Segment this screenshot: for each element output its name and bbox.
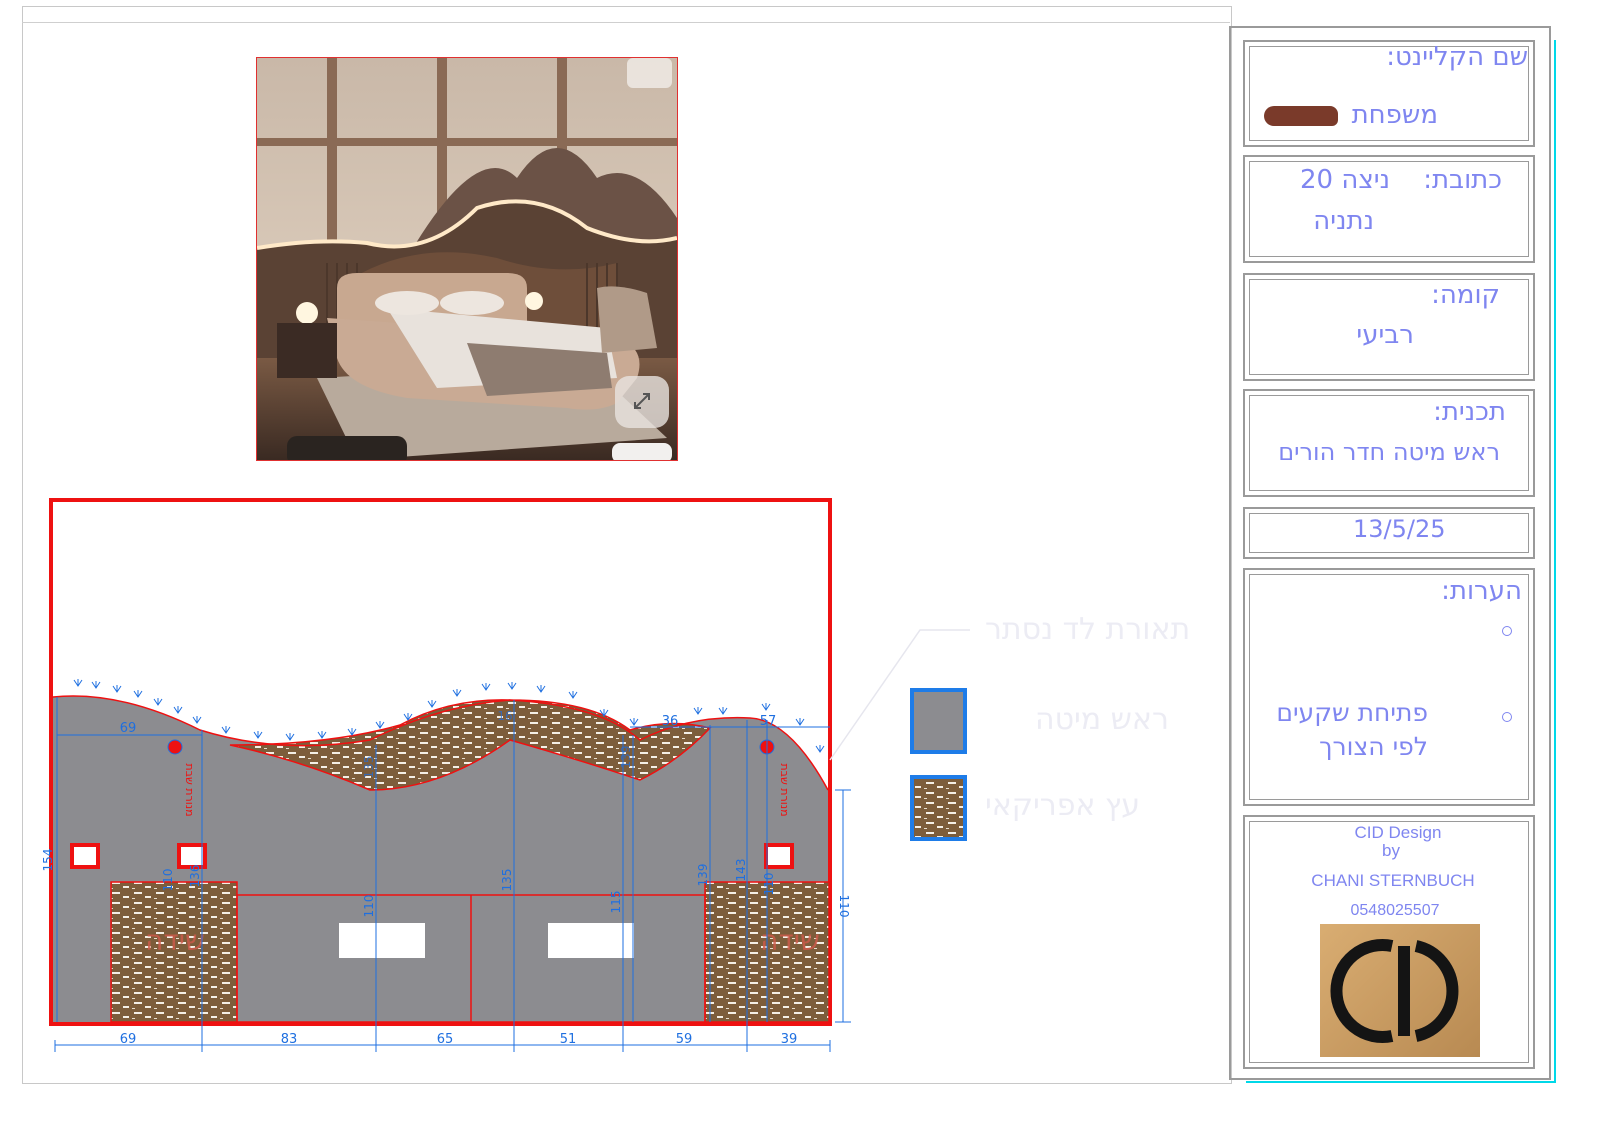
bottom-dim-1: 83 bbox=[281, 1032, 298, 1047]
bottom-dim-0: 69 bbox=[120, 1032, 137, 1047]
bottom-dim-3: 51 bbox=[560, 1032, 577, 1047]
cid-logo-mark bbox=[1330, 939, 1459, 1043]
credit-line2: by bbox=[1382, 841, 1400, 860]
socket-left-inner bbox=[177, 843, 207, 869]
notes-item-2: פתיחת שקעים לפי הצורך bbox=[1276, 698, 1428, 761]
credit-name: CHANI STERNBUCH bbox=[1311, 871, 1475, 890]
floor-value: רביעי bbox=[1356, 320, 1414, 350]
client-label: שם הקליינט: bbox=[1386, 42, 1528, 72]
vert-dim-2: 136 bbox=[188, 865, 202, 888]
shabbat-lamp-right-label: מנורת שבת bbox=[778, 763, 791, 816]
nightstand-left-label: שידה bbox=[145, 924, 205, 957]
wave-dim-0: 135 bbox=[362, 756, 376, 779]
vert-dim-8: 110 bbox=[762, 873, 776, 896]
nightstand-right-label: שידה bbox=[760, 924, 820, 957]
top-dim-2: 57 bbox=[760, 714, 777, 729]
legend-headboard-label: ראש מיטה bbox=[1035, 702, 1169, 737]
address-city: נתניה bbox=[1313, 206, 1374, 236]
vert-dim-4: 135 bbox=[500, 869, 514, 892]
client-value: משפחת bbox=[1351, 100, 1438, 130]
address-label: כתובת: bbox=[1423, 165, 1502, 195]
vert-dim-0: 154 bbox=[41, 849, 55, 872]
legend-swatch-gray bbox=[910, 688, 967, 754]
floor-label: קומה: bbox=[1431, 280, 1500, 310]
vert-dim-6: 139 bbox=[696, 864, 710, 887]
vert-dim-7: 143 bbox=[734, 859, 748, 882]
vert-dim-5: 115 bbox=[609, 891, 623, 914]
bottom-dim-2: 65 bbox=[437, 1032, 454, 1047]
wave-dim-1: 139 bbox=[619, 746, 633, 769]
socket-right bbox=[764, 843, 794, 869]
redaction-mark bbox=[1264, 106, 1338, 126]
top-dim-1: 36 bbox=[662, 714, 679, 729]
plan-label: תכנית: bbox=[1433, 397, 1506, 427]
date-value: 13/5/25 bbox=[1353, 515, 1446, 543]
pillow-left bbox=[339, 923, 425, 958]
plan-value: ראש מיטה חדר הורים bbox=[1278, 438, 1500, 466]
bottom-dim-4: 59 bbox=[676, 1032, 693, 1047]
legend-led-label: תאורת לד נסתר bbox=[985, 612, 1191, 647]
vert-dim-3: 110 bbox=[362, 895, 376, 918]
sheet-edge-line-right bbox=[1554, 40, 1556, 1082]
vert-dim-1: 110 bbox=[161, 869, 175, 892]
vert-dim-9: 110 bbox=[837, 895, 851, 918]
notes-label: הערות: bbox=[1441, 576, 1522, 606]
shabbat-lamp-left bbox=[167, 739, 183, 755]
legend-wood-label: עץ אפריקאי bbox=[985, 788, 1140, 823]
notes-bullet-2 bbox=[1502, 712, 1512, 722]
pillow-right bbox=[548, 923, 634, 958]
credit-phone: 0548025507 bbox=[1350, 902, 1440, 919]
top-dim-0: 69 bbox=[120, 721, 137, 736]
address-street: ניצה 20 bbox=[1300, 165, 1390, 195]
shabbat-lamp-left-label: מנורת שבת bbox=[183, 763, 196, 816]
notes-bullet-1 bbox=[1502, 626, 1512, 636]
bottom-dim-5: 39 bbox=[781, 1032, 798, 1047]
sheet-edge-line-bottom bbox=[1246, 1081, 1556, 1083]
top-small-dim: 16 bbox=[497, 709, 512, 723]
credit-line1: CID Design bbox=[1354, 823, 1442, 842]
cid-logo bbox=[1320, 924, 1480, 1057]
headboard-elevation-drawing: שידה שידה מנורת שבת מנורת שבת 69 83 65 5… bbox=[41, 498, 970, 1052]
legend-swatch-wood bbox=[910, 775, 967, 841]
socket-left-outer bbox=[70, 843, 100, 869]
